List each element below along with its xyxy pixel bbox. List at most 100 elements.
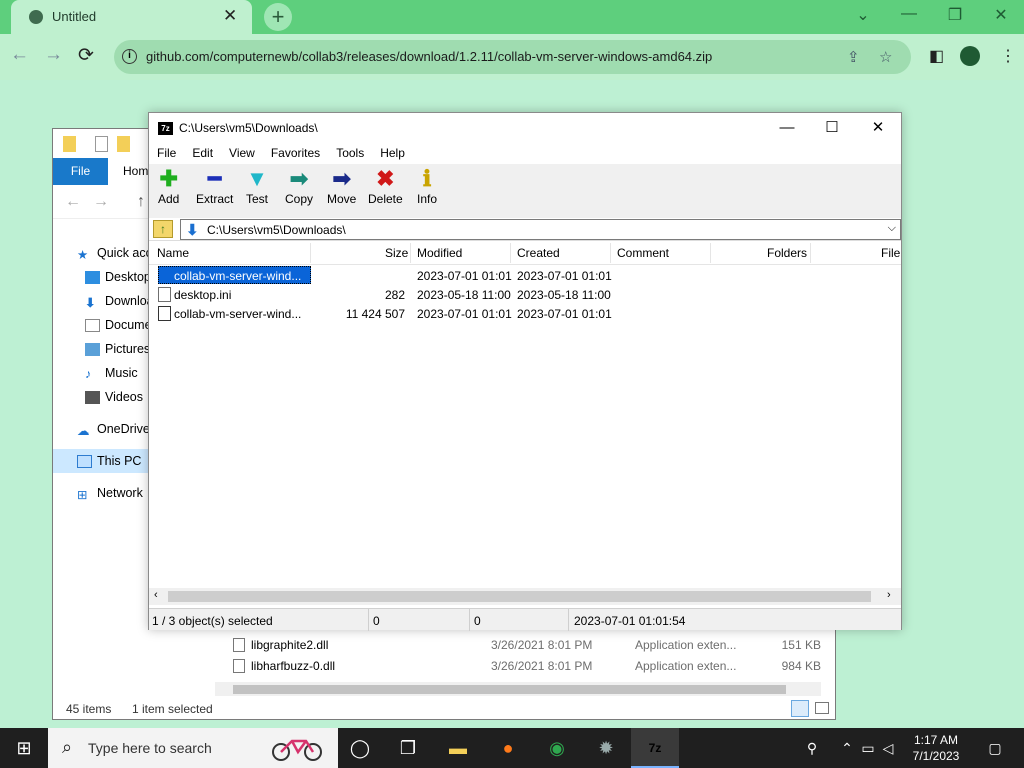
- restore-icon[interactable]: ❐: [940, 5, 970, 25]
- table-row[interactable]: collab-vm-server-wind... 11 424 507 2023…: [149, 304, 901, 323]
- scroll-left-icon[interactable]: ‹: [154, 589, 158, 601]
- test-button[interactable]: ▼ Test: [246, 164, 268, 218]
- extract-button[interactable]: ━ Extract: [196, 164, 233, 218]
- 7zip-icon[interactable]: 7z: [631, 728, 679, 768]
- tab-search-icon[interactable]: ⌄: [848, 5, 878, 25]
- menu-file[interactable]: File: [149, 144, 184, 164]
- url-text[interactable]: github.com/computernewb/collab3/releases…: [146, 49, 712, 64]
- tab-title: Untitled: [52, 9, 97, 24]
- star-icon[interactable]: ☆: [879, 48, 892, 66]
- column-size[interactable]: Size: [385, 246, 408, 260]
- list-item[interactable]: libgraphite2.dll 3/26/2021 8:01 PM Appli…: [233, 635, 823, 655]
- close-icon[interactable]: ✕: [986, 5, 1016, 25]
- close-icon[interactable]: ✕: [855, 117, 901, 139]
- table-row[interactable]: collab-vm-server-wind... 2023-07-01 01:0…: [149, 266, 901, 285]
- menu-view[interactable]: View: [221, 144, 263, 164]
- menu-tools[interactable]: Tools: [328, 144, 372, 164]
- chevron-up-icon[interactable]: ⌃: [836, 740, 858, 757]
- new-folder-icon[interactable]: [117, 136, 130, 152]
- tool-label: Test: [246, 192, 269, 206]
- scrollbar-thumb[interactable]: [168, 591, 871, 602]
- up-icon[interactable]: ↑: [137, 193, 145, 211]
- scroll-right-icon[interactable]: ›: [887, 589, 891, 601]
- sidebar-item-pictures[interactable]: Pictures: [85, 340, 150, 358]
- column-comment[interactable]: Comment: [617, 246, 669, 260]
- column-name[interactable]: Name: [157, 246, 189, 260]
- back-icon[interactable]: ←: [10, 44, 29, 66]
- copy-icon: ➡: [289, 166, 309, 191]
- maximize-icon[interactable]: ☐: [809, 117, 855, 139]
- column-divider[interactable]: [810, 243, 811, 263]
- copy-button[interactable]: ➡ Copy: [285, 164, 313, 218]
- status-size: 0: [373, 614, 380, 628]
- column-divider[interactable]: [410, 243, 411, 263]
- column-divider[interactable]: [310, 243, 311, 263]
- sidebar-item-label: This PC: [97, 454, 142, 468]
- status-divider: [568, 609, 569, 631]
- people-icon[interactable]: ⚲: [800, 740, 824, 757]
- sidebar-item-music[interactable]: ♪ Music: [85, 364, 138, 382]
- new-tab-button[interactable]: +: [264, 3, 292, 31]
- file-size: 984 KB: [781, 659, 821, 673]
- chrome-icon[interactable]: ◉: [533, 728, 581, 768]
- minimize-icon[interactable]: —: [764, 117, 810, 139]
- profile-icon[interactable]: [960, 46, 980, 66]
- windows-start-icon[interactable]: ⊞: [0, 728, 48, 768]
- site-info-icon[interactable]: i: [122, 49, 137, 64]
- folder-up-icon[interactable]: ↑: [153, 220, 173, 238]
- minimize-icon[interactable]: —: [894, 5, 924, 23]
- tab-close-icon[interactable]: ✕: [223, 6, 237, 26]
- tool-label: Copy: [285, 192, 314, 206]
- browser-tab[interactable]: Untitled ✕: [11, 0, 252, 34]
- info-button[interactable]: ℹ Info: [417, 164, 437, 218]
- cortana-icon[interactable]: ◯: [336, 728, 384, 768]
- column-divider[interactable]: [710, 243, 711, 263]
- sidebar-item-onedrive[interactable]: ☁ OneDrive: [77, 420, 150, 438]
- notification-icon[interactable]: ▢: [976, 740, 1014, 757]
- app-icon[interactable]: ✹: [582, 728, 630, 768]
- details-view-icon[interactable]: [791, 700, 809, 717]
- network-icon[interactable]: ▭: [858, 740, 878, 757]
- menu-favorites[interactable]: Favorites: [263, 144, 328, 164]
- back-icon[interactable]: ←: [65, 193, 81, 211]
- add-button[interactable]: ✚ Add: [158, 164, 179, 218]
- volume-icon[interactable]: ◁: [878, 740, 898, 757]
- reload-icon[interactable]: ⟳: [78, 44, 94, 67]
- column-file[interactable]: File: [881, 246, 900, 260]
- sidebar-item-desktop[interactable]: Desktop: [85, 268, 151, 286]
- column-folders[interactable]: Folders: [767, 246, 807, 260]
- menu-help[interactable]: Help: [372, 144, 413, 164]
- menu-edit[interactable]: Edit: [184, 144, 221, 164]
- delete-button[interactable]: ✖ Delete: [368, 164, 403, 218]
- taskbar-search[interactable]: ⌕ Type here to search: [48, 728, 338, 768]
- column-created[interactable]: Created: [517, 246, 560, 260]
- forward-icon[interactable]: →: [93, 193, 109, 211]
- menu-icon[interactable]: ⋮: [1000, 46, 1016, 66]
- path-combobox[interactable]: ⬇ C:\Users\vm5\Downloads\ ⌵: [180, 219, 901, 240]
- column-modified[interactable]: Modified: [417, 246, 462, 260]
- scrollbar-thumb[interactable]: [233, 685, 786, 694]
- file-name: desktop.ini: [174, 288, 232, 302]
- file-explorer-icon[interactable]: ▬: [434, 728, 482, 768]
- address-bar[interactable]: i github.com/computernewb/collab3/releas…: [114, 40, 911, 74]
- sidebar-item-this-pc[interactable]: This PC: [77, 452, 141, 470]
- column-divider[interactable]: [610, 243, 611, 263]
- sidebar-icon[interactable]: ◧: [929, 46, 944, 66]
- sidebar-item-videos[interactable]: Videos: [85, 388, 143, 406]
- task-view-icon[interactable]: ❐: [384, 728, 432, 768]
- column-divider[interactable]: [510, 243, 511, 263]
- system-tray: ⚲ ⌃ ▭ ◁ 1:17 AM 7/1/2023 ▢: [800, 728, 1024, 768]
- share-icon[interactable]: ⇪: [847, 48, 860, 66]
- table-row[interactable]: desktop.ini 282 2023-05-18 11:00 2023-05…: [149, 285, 901, 304]
- list-item[interactable]: libharfbuzz-0.dll 3/26/2021 8:01 PM Appl…: [233, 656, 823, 676]
- forward-icon[interactable]: →: [44, 44, 63, 66]
- sidebar-item-network[interactable]: ⊞ Network: [77, 484, 143, 502]
- clock[interactable]: 1:17 AM 7/1/2023: [904, 732, 968, 764]
- firefox-icon[interactable]: ●: [484, 728, 532, 768]
- move-button[interactable]: ➡ Move: [327, 164, 356, 218]
- chevron-down-icon[interactable]: ⌵: [888, 222, 896, 235]
- large-icons-view-icon[interactable]: [815, 702, 829, 714]
- properties-icon[interactable]: [95, 136, 108, 152]
- ribbon-tab-file[interactable]: File: [53, 158, 108, 185]
- column-header: Name Size Modified Created Comment Folde…: [149, 241, 901, 265]
